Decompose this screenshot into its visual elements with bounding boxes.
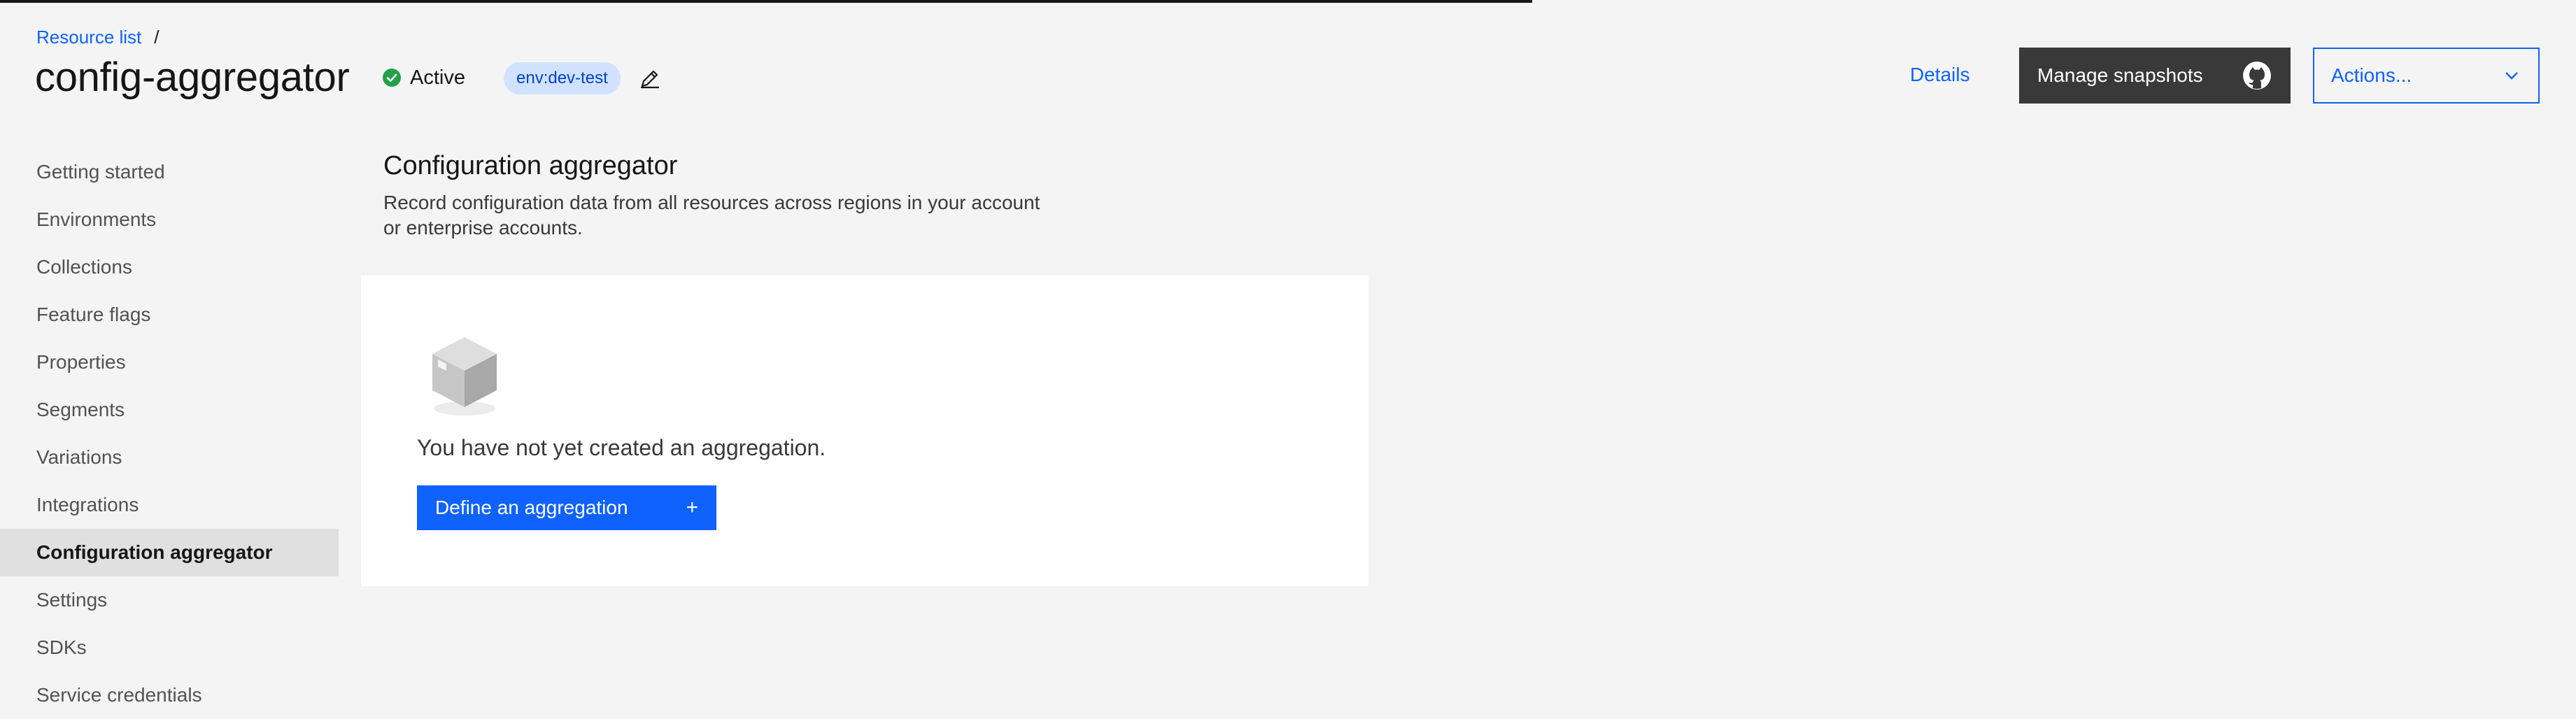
top-border [0,0,1532,3]
sidebar-item-variations[interactable]: Variations [0,434,339,481]
status-label: Active [410,66,465,89]
checkmark-filled-icon [382,68,402,87]
sidebar-item-settings[interactable]: Settings [0,576,339,624]
section-description-line-2: or enterprise accounts. [383,217,583,239]
section-description: Record configuration data from all resou… [383,190,1083,241]
actions-dropdown[interactable]: Actions... [2313,48,2540,104]
sidebar-item-getting-started[interactable]: Getting started [0,148,339,196]
breadcrumb-separator: / [154,27,160,48]
sidebar-item-environments[interactable]: Environments [0,196,339,243]
sidebar-item-properties[interactable]: Properties [0,339,339,386]
sidebar-item-service-credentials[interactable]: Service credentials [0,671,339,719]
breadcrumb: Resource list / [36,27,160,48]
sidebar-item-sdks[interactable]: SDKs [0,624,339,671]
chevron-down-icon [2502,66,2521,85]
edit-icon[interactable] [638,66,662,90]
sidebar-item-feature-flags[interactable]: Feature flags [0,291,339,339]
plus-icon: + [686,496,698,519]
manage-snapshots-button[interactable]: Manage snapshots [2019,48,2291,104]
sidebar-item-configuration-aggregator[interactable]: Configuration aggregator [0,529,339,576]
sidebar-item-segments[interactable]: Segments [0,386,339,434]
empty-state-panel: You have not yet created an aggregation.… [361,276,1368,586]
define-aggregation-label: Define an aggregation [435,497,628,518]
section-description-line-1: Record configuration data from all resou… [383,192,1040,213]
empty-state-message: You have not yet created an aggregation. [417,435,826,460]
cube-icon [425,332,504,418]
sidebar-item-integrations[interactable]: Integrations [0,481,339,529]
environment-tag: env:dev-test [504,62,621,94]
actions-label: Actions... [2331,64,2412,86]
status-indicator: Active [382,66,465,90]
breadcrumb-resource-list-link[interactable]: Resource list [36,27,141,48]
define-aggregation-button[interactable]: Define an aggregation + [417,485,716,530]
page-title: config-aggregator [35,55,350,100]
section-title: Configuration aggregator [383,151,678,180]
sidebar-item-collections[interactable]: Collections [0,243,339,291]
sidebar: Getting started Environments Collections… [0,148,339,719]
github-icon [2242,60,2272,91]
manage-snapshots-label: Manage snapshots [2037,64,2203,86]
details-link[interactable]: Details [1910,63,1970,87]
